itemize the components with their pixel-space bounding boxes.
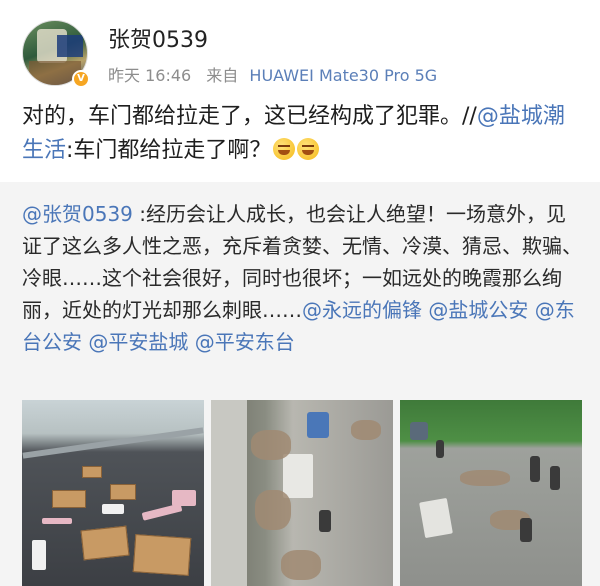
repost-author-link[interactable]: @张贺0539 [22, 202, 133, 226]
mention-link[interactable]: @平安盐城 [88, 330, 188, 354]
photo-roadside-debris[interactable] [211, 400, 393, 586]
photo-road-crowd[interactable] [400, 400, 582, 586]
photo-highway-scattered-boxes[interactable] [22, 400, 204, 586]
mention-link[interactable]: @平安东台 [195, 330, 295, 354]
laughing-emoji-icon [273, 138, 296, 160]
photo-grid [22, 400, 582, 586]
mention-link[interactable]: @盐城公安 [428, 298, 528, 322]
mention-link[interactable]: @永远的偏锋 [302, 298, 422, 322]
post-body: 对的，车门都给拉走了，这已经构成了犯罪。//@盐城潮生活:车门都给拉走了啊？ [22, 100, 582, 168]
laughing-emoji-icon [297, 138, 320, 160]
source-prefix: 来自 [206, 66, 239, 85]
verified-badge-icon: V [72, 70, 90, 88]
quoted-text: :车门都给拉走了啊？ [66, 138, 272, 163]
post-meta: 昨天 16:46 来自 HUAWEI Mate30 Pro 5G [108, 62, 437, 86]
post-header: V 张贺0539 昨天 16:46 来自 HUAWEI Mate30 Pro 5… [22, 18, 582, 88]
repost-card[interactable]: @张贺0539 :经历会让人成长，也会让人绝望！一场意外，见证了这么多人性之恶，… [0, 182, 600, 586]
post-text: 对的，车门都给拉走了，这已经构成了犯罪。// [22, 104, 477, 129]
author-username[interactable]: 张贺0539 [108, 22, 208, 54]
repost-body: @张贺0539 :经历会让人成长，也会让人绝望！一场意外，见证了这么多人性之恶，… [22, 198, 582, 358]
device-source[interactable]: HUAWEI Mate30 Pro 5G [249, 66, 437, 85]
post-time: 昨天 16:46 [108, 66, 192, 85]
